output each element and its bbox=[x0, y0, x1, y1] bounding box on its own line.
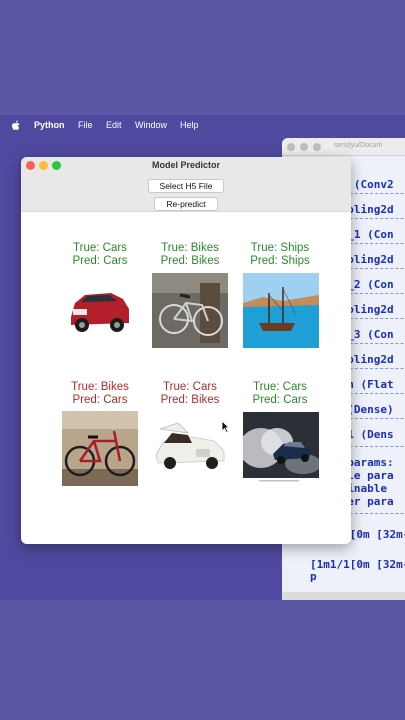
pred-label: Pred: Ships bbox=[250, 255, 310, 267]
pred-label: Pred: Bikes bbox=[160, 255, 220, 267]
desktop-wallpaper-bottom bbox=[0, 600, 405, 720]
desktop-wallpaper-top bbox=[0, 0, 405, 115]
terminal-close-button[interactable] bbox=[287, 143, 295, 151]
prediction-card-1: True: Cars Pred: Cars bbox=[60, 242, 140, 268]
pred-label: Pred: Bikes bbox=[160, 394, 220, 406]
red-suv-image bbox=[67, 277, 133, 341]
prediction-card-4: True: Bikes Pred: Cars bbox=[60, 381, 140, 407]
window-titlebar[interactable]: Model Predictor bbox=[21, 157, 351, 175]
true-label: True: Cars bbox=[163, 381, 217, 393]
terminal-zoom-button[interactable] bbox=[313, 143, 321, 151]
terminal-path: sers/jyu/Docum bbox=[334, 142, 383, 149]
prediction-card-5: True: Cars Pred: Bikes bbox=[150, 381, 230, 407]
true-label: True: Cars bbox=[253, 381, 307, 393]
re-predict-button[interactable]: Re-predict bbox=[154, 197, 218, 211]
true-label: True: Bikes bbox=[71, 381, 129, 393]
menu-help[interactable]: Help bbox=[180, 120, 199, 130]
pred-label: Pred: Cars bbox=[252, 394, 308, 406]
pred-label: Pred: Cars bbox=[72, 255, 128, 267]
true-label: True: Cars bbox=[73, 242, 127, 254]
white-car-image bbox=[152, 415, 228, 481]
road-bike-image bbox=[62, 411, 138, 486]
true-label: True: Bikes bbox=[161, 242, 219, 254]
menu-edit[interactable]: Edit bbox=[106, 120, 122, 130]
apple-icon[interactable] bbox=[11, 120, 21, 131]
mouse-pointer-icon bbox=[221, 420, 230, 433]
menu-app-python[interactable]: Python bbox=[34, 120, 65, 130]
terminal-titlebar[interactable]: sers/jyu/Docum bbox=[282, 138, 405, 156]
bicycle-image bbox=[152, 273, 228, 348]
pred-label: Pred: Cars bbox=[72, 394, 128, 406]
menu-file[interactable]: File bbox=[78, 120, 93, 130]
terminal-scrollbar[interactable] bbox=[282, 592, 405, 600]
prediction-card-6: True: Cars Pred: Cars bbox=[240, 381, 320, 407]
true-label: True: Ships bbox=[250, 242, 310, 254]
ship-image bbox=[243, 273, 319, 348]
terminal-line: [1m1/1[0m [32m- bbox=[310, 558, 405, 571]
select-h5-file-button[interactable]: Select H5 File bbox=[148, 179, 224, 193]
drifting-car-image bbox=[243, 412, 319, 484]
menu-bar: Python File Edit Window Help bbox=[0, 117, 405, 135]
window-title: Model Predictor bbox=[151, 160, 220, 170]
terminal-line: p bbox=[310, 570, 317, 583]
terminal-minimize-button[interactable] bbox=[300, 143, 308, 151]
prediction-card-2: True: Bikes Pred: Bikes bbox=[150, 242, 230, 268]
toolbar: Select H5 File Re-predict bbox=[21, 175, 351, 212]
prediction-card-3: True: Ships Pred: Ships bbox=[240, 242, 320, 268]
model-predictor-window[interactable]: Model Predictor Select H5 File Re-predic… bbox=[21, 157, 351, 544]
menu-window[interactable]: Window bbox=[135, 120, 167, 130]
